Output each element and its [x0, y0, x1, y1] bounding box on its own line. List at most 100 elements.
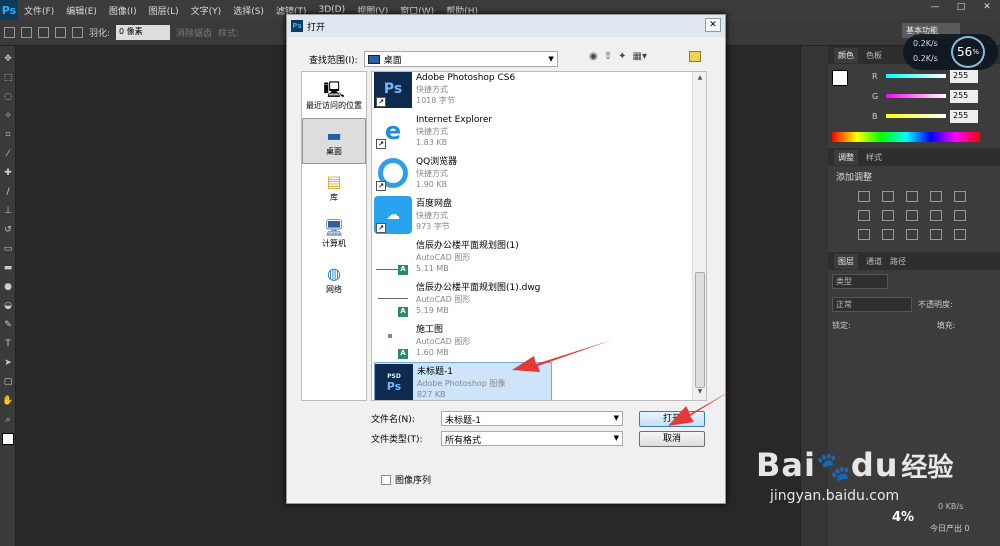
- hue-icon[interactable]: [858, 210, 870, 221]
- green-slider[interactable]: [886, 94, 946, 98]
- tab-adjustments[interactable]: 调整: [834, 149, 858, 165]
- lookin-select[interactable]: 桌面 ▼: [363, 51, 558, 67]
- minimize-button[interactable]: —: [922, 0, 948, 14]
- file-item[interactable]: A 施工图 AutoCAD 图形 1.60 MB: [374, 320, 552, 362]
- blur-icon[interactable]: ●: [2, 281, 14, 293]
- chevron-down-icon[interactable]: ▼: [614, 414, 619, 422]
- marquee-icon[interactable]: ⬚: [2, 72, 14, 84]
- shape-icon[interactable]: ▢: [2, 376, 14, 388]
- place-library[interactable]: ▤ 库: [302, 164, 366, 210]
- scroll-thumb[interactable]: [695, 272, 705, 388]
- filetype-select[interactable]: 所有格式 ▼: [441, 431, 623, 446]
- posterize-icon[interactable]: [882, 229, 894, 240]
- place-desktop[interactable]: ▬ 桌面: [302, 118, 366, 164]
- red-value[interactable]: 255: [950, 69, 978, 83]
- tab-styles[interactable]: 样式: [866, 152, 882, 163]
- menu-layer[interactable]: 图层(L): [143, 4, 185, 17]
- selection-intersect-icon[interactable]: [72, 27, 83, 38]
- maximize-button[interactable]: □: [948, 0, 974, 14]
- path-select-icon[interactable]: ➤: [2, 357, 14, 369]
- photo-filter-icon[interactable]: [930, 210, 942, 221]
- dialog-close-button[interactable]: ✕: [705, 18, 721, 32]
- file-item[interactable]: A 信辰办公楼平面规划图(1) AutoCAD 图形 5.11 MB: [374, 236, 552, 278]
- gradient-icon[interactable]: ▬: [2, 262, 14, 274]
- marquee-tool-icon[interactable]: [4, 27, 15, 38]
- vibrance-icon[interactable]: [954, 191, 966, 202]
- color-spectrum[interactable]: [832, 132, 980, 142]
- open-button[interactable]: 打开: [639, 411, 705, 427]
- file-item[interactable]: e ↗ Internet Explorer 快捷方式 1.83 KB: [374, 110, 552, 152]
- selective-color-icon[interactable]: [954, 229, 966, 240]
- menu-image[interactable]: 图像(I): [103, 4, 143, 17]
- menu-edit[interactable]: 编辑(E): [60, 4, 103, 17]
- type-icon[interactable]: T: [2, 338, 14, 350]
- green-value[interactable]: 255: [950, 89, 978, 103]
- history-brush-icon[interactable]: ↺: [2, 224, 14, 236]
- menu-file[interactable]: 文件(F): [18, 4, 60, 17]
- balance-icon[interactable]: [882, 210, 894, 221]
- color-swatches-icon[interactable]: [2, 433, 14, 445]
- tab-layers[interactable]: 图层: [834, 253, 858, 269]
- pen-icon[interactable]: ✎: [2, 319, 14, 331]
- crop-icon[interactable]: ⌗: [2, 129, 14, 141]
- bw-icon[interactable]: [906, 210, 918, 221]
- tab-swatches[interactable]: 色板: [866, 50, 882, 61]
- blue-slider[interactable]: [886, 114, 946, 118]
- invert-icon[interactable]: [858, 229, 870, 240]
- eraser-icon[interactable]: ▭: [2, 243, 14, 255]
- gradient-map-icon[interactable]: [930, 229, 942, 240]
- menu-type[interactable]: 文字(Y): [185, 4, 228, 17]
- threshold-icon[interactable]: [906, 229, 918, 240]
- feather-input[interactable]: 0 像素: [116, 25, 171, 40]
- place-computer[interactable]: 🖥 计算机: [302, 210, 366, 256]
- selection-new-icon[interactable]: [21, 27, 32, 38]
- zoom-icon[interactable]: ⌕: [2, 414, 14, 426]
- curves-icon[interactable]: [906, 191, 918, 202]
- scroll-up-icon[interactable]: ▲: [695, 74, 705, 84]
- selection-subtract-icon[interactable]: [55, 27, 66, 38]
- file-item-selected[interactable]: PSD Ps 未标题-1 Adobe Photoshop 图像 827 KB: [374, 362, 552, 400]
- close-window-button[interactable]: ✕: [974, 0, 1000, 14]
- file-item[interactable]: A 信辰办公楼平面规划图(1).dwg AutoCAD 图形 5.19 MB: [374, 278, 552, 320]
- brush-icon[interactable]: ∕: [2, 186, 14, 198]
- new-folder-icon[interactable]: ✦: [618, 51, 626, 62]
- place-network[interactable]: ◍ 网络: [302, 256, 366, 302]
- brightness-icon[interactable]: [858, 191, 870, 202]
- scroll-down-icon[interactable]: ▼: [695, 388, 705, 398]
- back-icon[interactable]: ◉: [589, 51, 598, 62]
- channel-mixer-icon[interactable]: [954, 210, 966, 221]
- cancel-button[interactable]: 取消: [639, 431, 705, 447]
- eyedropper-icon[interactable]: ⁄: [2, 148, 14, 160]
- tab-channels[interactable]: 通道: [866, 256, 882, 267]
- file-item[interactable]: ☁ ↗ 百度网盘 快捷方式 973 字节: [374, 194, 552, 236]
- magic-wand-icon[interactable]: ✧: [2, 110, 14, 122]
- place-recent[interactable]: 🖳 最近访问的位置: [302, 72, 366, 118]
- hand-icon[interactable]: ✋: [2, 395, 14, 407]
- file-list-scrollbar[interactable]: ▲ ▼: [692, 72, 706, 400]
- exposure-icon[interactable]: [930, 191, 942, 202]
- lasso-icon[interactable]: ◌: [2, 91, 14, 103]
- preview-icon[interactable]: [689, 51, 701, 62]
- stamp-icon[interactable]: ⊥: [2, 205, 14, 217]
- layer-kind-select[interactable]: 类型: [832, 274, 888, 289]
- selection-add-icon[interactable]: [38, 27, 49, 38]
- healing-icon[interactable]: ✚: [2, 167, 14, 179]
- levels-icon[interactable]: [882, 191, 894, 202]
- file-item[interactable]: ↗ QQ浏览器 快捷方式 1.90 KB: [374, 152, 552, 194]
- blend-mode-select[interactable]: 正常: [832, 297, 912, 312]
- antialias-checkbox[interactable]: 消除锯齿: [176, 26, 212, 39]
- red-slider[interactable]: [886, 74, 946, 78]
- blue-value[interactable]: 255: [950, 109, 978, 123]
- image-sequence-checkbox[interactable]: [381, 474, 391, 485]
- view-menu-icon[interactable]: ▦▾: [633, 51, 647, 62]
- dodge-icon[interactable]: ◒: [2, 300, 14, 312]
- up-folder-icon[interactable]: ⇧: [604, 51, 612, 62]
- move-tool-icon[interactable]: ✥: [2, 53, 14, 65]
- foreground-color-swatch[interactable]: [832, 70, 848, 86]
- memory-gauge[interactable]: 56%: [951, 36, 985, 68]
- menu-select[interactable]: 选择(S): [227, 4, 270, 17]
- tab-paths[interactable]: 路径: [890, 256, 906, 267]
- file-item[interactable]: Ps ↗ Adobe Photoshop CS6 快捷方式 1018 字节: [374, 72, 552, 110]
- filename-input[interactable]: 未标题-1 ▼: [441, 411, 623, 426]
- tab-color[interactable]: 颜色: [834, 47, 858, 63]
